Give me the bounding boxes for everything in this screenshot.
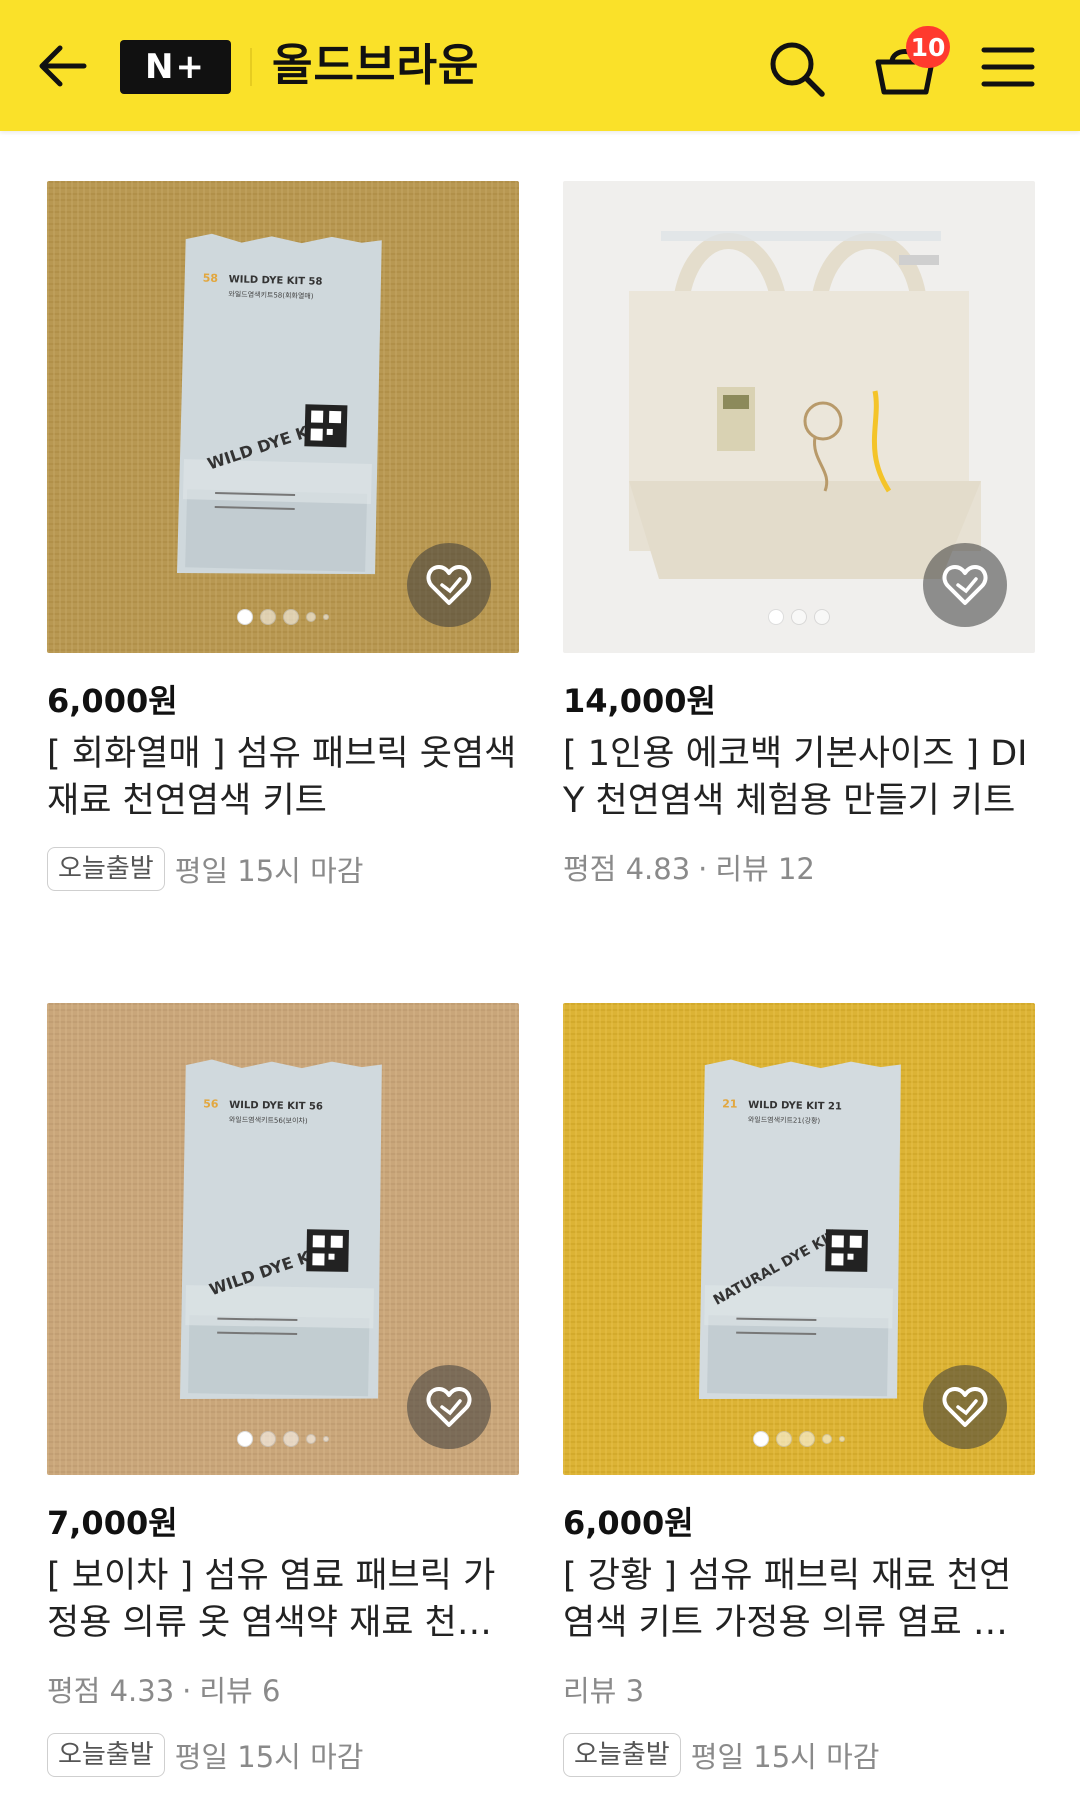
heart-icon [942,565,988,605]
menu-button[interactable] [980,44,1036,90]
pager-dot[interactable] [283,1431,299,1447]
pager-dot[interactable] [237,1431,253,1447]
today-ship-badge: 오늘출발 [47,1733,165,1777]
naver-plus-logo[interactable]: N+ [120,40,231,94]
review-count: 리뷰 3 [563,1674,645,1708]
product-price: 7,000원 [47,1504,178,1542]
pkg-number: 21 [722,1097,738,1110]
product-image[interactable]: 21 WILD DYE KIT 21 와일드염색키트21(강황) NATURAL… [563,1003,1035,1475]
pager-dot[interactable] [283,609,299,625]
pkg-number: 56 [203,1097,219,1110]
heart-icon [942,1387,988,1427]
shipping-cutoff: 평일 15시 마감 [174,1740,364,1774]
wishlist-button[interactable] [407,543,491,627]
pkg-title: WILD DYE KIT 21 [748,1100,842,1113]
shipping-cutoff: 평일 15시 마감 [174,854,364,888]
search-button[interactable] [766,38,828,100]
pkg-subtitle: 와일드염색키트56(보이차) [229,1115,308,1125]
pager-dot[interactable] [323,1436,329,1442]
divider [250,48,252,86]
product-price: 6,000원 [563,1504,694,1542]
wishlist-button[interactable] [407,1365,491,1449]
rating-reviews: 리뷰 3 [563,1667,1035,1715]
shipping-info: 오늘출발 평일 15시 마감 [47,845,519,893]
rating: 평점 4.83 [563,852,691,886]
pager-dot[interactable] [822,1434,832,1444]
pager-dot[interactable] [768,609,784,625]
review-count: 리뷰 12 [715,852,815,886]
pager-dot[interactable] [839,1436,845,1442]
product-card[interactable]: 56 WILD DYE KIT 56 와일드염색키트56(보이차) WILD D… [47,1003,519,1779]
today-ship-badge: 오늘출발 [563,1733,681,1777]
product-title[interactable]: [ 1인용 에코백 기본사이즈 ] DIY 천연염색 체험용 만들기 키트 [563,731,1035,825]
pager-dot[interactable] [791,609,807,625]
shipping-info: 오늘출발 평일 15시 마감 [563,1731,1035,1779]
product-title[interactable]: [ 회화열매 ] 섬유 패브릭 옷염색 재료 천연염색 키트 [47,731,519,825]
wishlist-button[interactable] [923,1365,1007,1449]
product-card[interactable]: 58 WILD DYE KIT 58 와일드염색키트58(회화열매) WILD … [47,181,519,893]
back-button[interactable] [34,38,90,94]
pkg-subtitle: 와일드염색키트21(강황) [748,1115,821,1125]
store-name[interactable]: 올드브라운 [272,36,479,96]
pager-dot[interactable] [753,1431,769,1447]
search-icon [770,42,825,97]
rating-reviews: 평점 4.83 · 리뷰 12 [563,845,1035,893]
product-price: 6,000원 [47,682,178,720]
product-title[interactable]: [ 강황 ] 섬유 패브릭 재료 천연염색 키트 가정용 의류 염료 옷 염색약 [563,1553,1035,1647]
heart-icon [426,1387,472,1427]
review-count: 리뷰 6 [199,1674,281,1708]
separator: · [182,1674,192,1708]
pager-dot[interactable] [776,1431,792,1447]
pager-dot[interactable] [306,612,316,622]
product-title[interactable]: [ 보이차 ] 섬유 염료 패브릭 가정용 의류 옷 염색약 재료 천연염색 키… [47,1553,519,1647]
pager-dot[interactable] [237,609,253,625]
cart-count-badge: 10 [906,26,950,68]
pager-dot[interactable] [814,609,830,625]
top-app-bar: N+ 올드브라운 10 [0,0,1080,131]
product-image[interactable] [563,181,1035,653]
rating: 평점 4.33 [47,1674,175,1708]
separator: · [698,852,708,886]
wishlist-button[interactable] [923,543,1007,627]
product-image[interactable]: 56 WILD DYE KIT 56 와일드염색키트56(보이차) WILD D… [47,1003,519,1475]
heart-icon [426,565,472,605]
pager-dot[interactable] [323,614,329,620]
product-card[interactable]: 21 WILD DYE KIT 21 와일드염색키트21(강황) NATURAL… [563,1003,1035,1779]
product-card[interactable]: 14,000원 [ 1인용 에코백 기본사이즈 ] DIY 천연염색 체험용 만… [563,181,1035,893]
pager-dot[interactable] [260,1431,276,1447]
pager-dot[interactable] [260,609,276,625]
pager-dot[interactable] [306,1434,316,1444]
shipping-cutoff: 평일 15시 마감 [690,1740,880,1774]
rating-reviews: 평점 4.33 · 리뷰 6 [47,1667,519,1715]
pkg-number: 58 [203,272,219,285]
product-image[interactable]: 58 WILD DYE KIT 58 와일드염색키트58(회화열매) WILD … [47,181,519,653]
hamburger-menu-icon [981,47,1035,87]
today-ship-badge: 오늘출발 [47,847,165,891]
product-price: 14,000원 [563,682,716,720]
pkg-title: WILD DYE KIT 56 [229,1100,323,1113]
shipping-info: 오늘출발 평일 15시 마감 [47,1731,519,1779]
pager-dot[interactable] [799,1431,815,1447]
back-arrow-icon [39,45,87,87]
